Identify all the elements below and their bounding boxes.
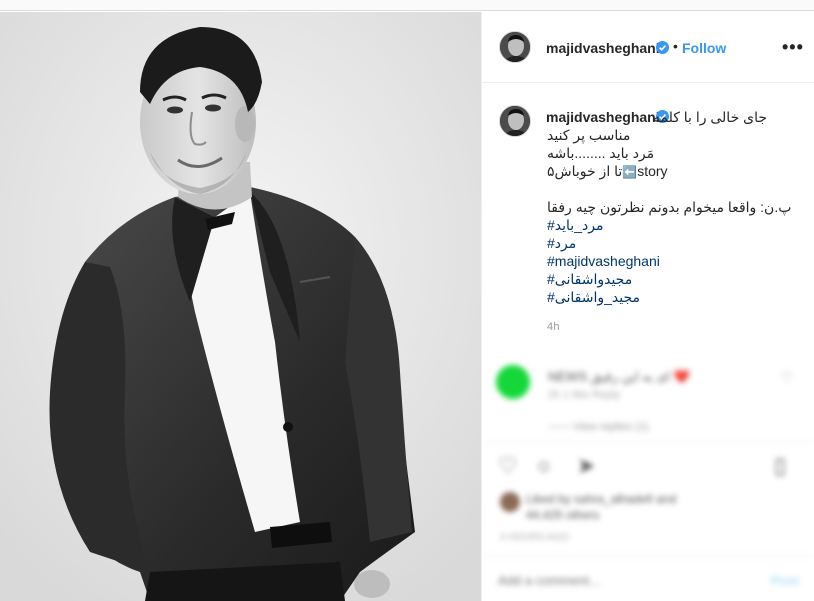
caption-line-6: پ.ن: واقعا میخوام بدونم نظرتون چیه رفقا <box>547 199 792 215</box>
caption-line-1: جای خالی را با کلمه <box>652 109 767 125</box>
post-comment-button[interactable]: Post <box>771 573 799 588</box>
commenter-avatar[interactable] <box>496 365 530 399</box>
caption-timestamp[interactable]: 4h <box>547 321 560 333</box>
caption-line-2: مناسب پر کنید <box>547 127 631 143</box>
add-comment-input[interactable] <box>498 573 718 588</box>
comment-text: NEWS ای به این رفیق ❤️ <box>548 369 691 384</box>
liker-avatar[interactable] <box>500 492 520 512</box>
arrow-left-icon: ⬅️ <box>622 165 638 179</box>
share-paper-plane-icon[interactable]: ➤ <box>577 453 595 479</box>
hashtag-link[interactable]: #مرد <box>547 235 576 252</box>
caption-line-4-text: تا از خوباش۵ <box>547 163 623 179</box>
likes-count[interactable]: 44,425 others <box>526 508 599 522</box>
caption-line-3: مَرد باید ........باشه <box>547 145 655 161</box>
hashtag-link[interactable]: #مجید_واشقانی <box>547 289 640 306</box>
author-username[interactable]: majidvasheghani <box>546 40 660 56</box>
separator-dot: • <box>673 38 678 54</box>
add-comment-bar: Post <box>482 556 814 601</box>
post-header: majidvasheghani • Follow ••• <box>482 12 814 83</box>
blurred-comment: NEWS ای به این رفیق ❤️ 2h 1 like Reply ♡… <box>482 347 814 437</box>
post-side-panel: majidvasheghani • Follow ••• majidvasheg… <box>481 12 814 601</box>
caption-line-4: تا از خوباش۵⬅️story <box>547 163 668 180</box>
top-border <box>0 0 814 11</box>
more-options-icon[interactable]: ••• <box>782 37 804 58</box>
post-photo[interactable] <box>0 12 481 601</box>
comment-meta: 2h 1 like Reply <box>548 389 621 401</box>
hashtag-link[interactable]: #majidvasheghani <box>547 253 660 269</box>
caption-username[interactable]: majidvasheghani <box>546 109 660 125</box>
likes-summary: Liked by sahra_alhadefi and 44,425 other… <box>482 490 814 543</box>
comment-bubble-icon[interactable]: ○ <box>537 453 550 479</box>
follow-button[interactable]: Follow <box>682 40 726 56</box>
post-date: 4 HOURS AGO <box>500 532 569 543</box>
caption-avatar[interactable] <box>499 105 531 137</box>
caption-story-word: story <box>637 163 668 179</box>
hashtag-link[interactable]: #مجیدواشقانی <box>547 271 632 288</box>
portrait-image <box>0 12 481 601</box>
like-heart-icon[interactable]: ♡ <box>498 453 518 479</box>
save-bookmark-icon[interactable]: ▯ <box>774 453 786 479</box>
author-avatar[interactable] <box>499 31 531 63</box>
view-replies-link[interactable]: —— View replies (1) <box>548 421 649 433</box>
hashtag-link[interactable]: #مرد_باید <box>547 217 603 234</box>
action-bar: ♡ ○ ➤ ▯ <box>482 442 814 488</box>
liked-by-text[interactable]: Liked by sahra_alhadefi and <box>526 492 676 506</box>
verified-badge-icon <box>656 41 669 54</box>
comment-like-heart-icon[interactable]: ♡ <box>780 369 793 386</box>
